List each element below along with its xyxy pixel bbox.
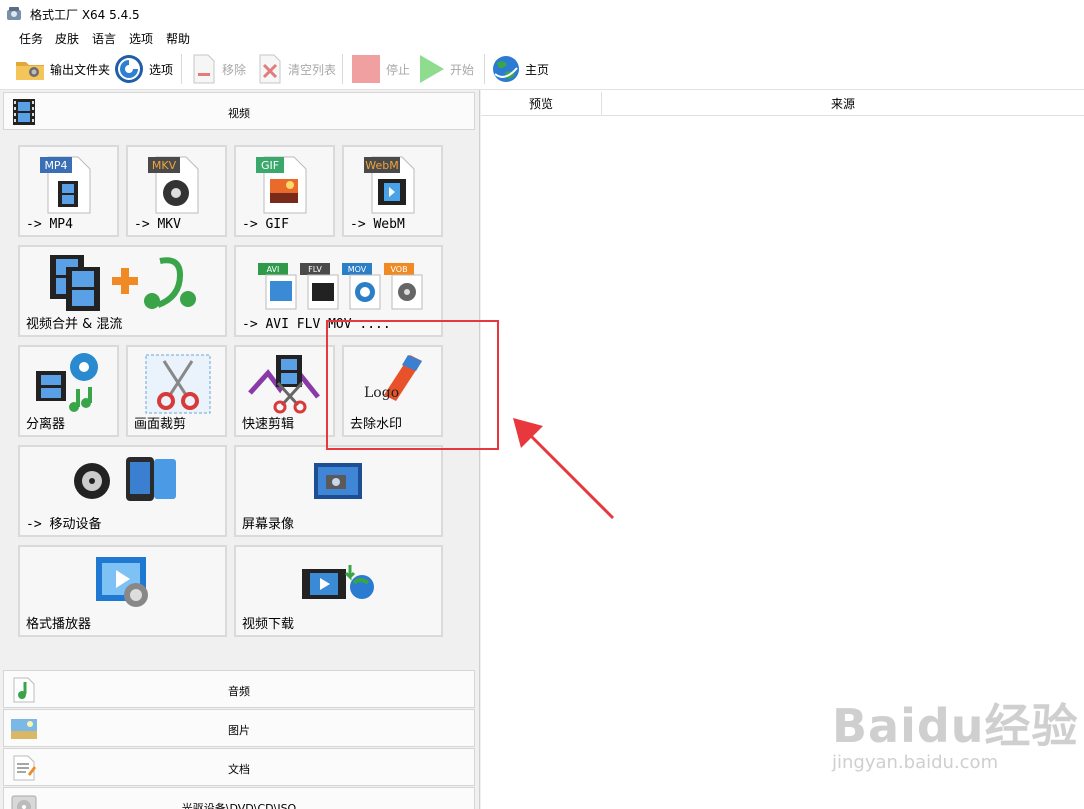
- scissors-crop-icon: [145, 354, 211, 414]
- gif-badge: GIF: [261, 159, 279, 172]
- function-panel: 视频 MP4 -> MP4 MKV -> MKV GIF -> GIF WebM…: [0, 90, 480, 809]
- gear-icon: [115, 55, 143, 83]
- category-disc[interactable]: 光驱设备\DVD\CD\ISO: [3, 787, 475, 809]
- title-bar: 格式工厂 X64 5.4.5: [0, 0, 1084, 26]
- eraser-icon: Logo: [364, 355, 422, 401]
- logo-text: Logo: [364, 385, 399, 401]
- player-icon: [96, 557, 148, 607]
- tile-screen-record[interactable]: 屏幕录像: [234, 445, 443, 537]
- window-title: 格式工厂 X64 5.4.5: [30, 8, 140, 22]
- watermark-url: jingyan.baidu.com: [832, 752, 999, 773]
- quick-cut-icon: [248, 355, 320, 414]
- splitter-icon: [36, 353, 98, 412]
- toolbar-separator: [342, 54, 343, 84]
- tile-quick-cut[interactable]: 快速剪辑: [234, 345, 335, 437]
- mobile-device-icon: [74, 457, 176, 501]
- column-source[interactable]: 来源: [602, 92, 1084, 116]
- menu-language[interactable]: 语言: [92, 30, 116, 47]
- tile-splitter[interactable]: 分离器: [18, 345, 119, 437]
- merge-mux-icon: [50, 255, 196, 311]
- category-image[interactable]: 图片: [3, 709, 475, 747]
- flv-badge: FLV: [308, 265, 322, 274]
- toolbar: 输出文件夹 选项 移除 清空列表 停止 开始 主页: [0, 48, 1084, 90]
- start-button[interactable]: 开始: [416, 52, 474, 86]
- annotation-arrow-icon: [513, 418, 615, 520]
- stop-button[interactable]: 停止: [350, 52, 410, 86]
- clear-list-button[interactable]: 清空列表: [256, 52, 336, 86]
- menu-options[interactable]: 选项: [129, 30, 153, 47]
- output-folder-button[interactable]: 输出文件夹: [14, 52, 110, 86]
- video-formats-icon: AVI FLV MOV VOB: [258, 263, 423, 310]
- screen-record-icon: [314, 463, 362, 499]
- tile-to-mp4[interactable]: MP4 -> MP4: [18, 145, 119, 237]
- vob-badge: VOB: [390, 265, 407, 274]
- play-icon: [420, 55, 444, 83]
- stop-icon: [352, 55, 380, 83]
- tile-mobile-device[interactable]: -> 移动设备: [18, 445, 227, 537]
- options-button[interactable]: 选项: [113, 52, 173, 86]
- avi-badge: AVI: [267, 265, 280, 274]
- remove-doc-icon: [193, 54, 215, 84]
- mkv-file-icon: MKV: [148, 156, 199, 214]
- menu-task[interactable]: 任务: [19, 30, 43, 47]
- mkv-badge: MKV: [152, 159, 177, 172]
- webm-file-icon: WebM: [364, 156, 415, 214]
- download-icon: [302, 565, 374, 599]
- toolbar-separator: [484, 54, 485, 84]
- clear-list-icon: [259, 54, 281, 84]
- gif-file-icon: GIF: [256, 156, 307, 214]
- tile-to-webm[interactable]: WebM -> WebM: [342, 145, 443, 237]
- tile-to-avi-flv-mov[interactable]: AVI FLV MOV VOB -> AVI FLV MOV ....: [234, 245, 443, 337]
- baidu-watermark: Baidu经验 jingyan.baidu.com: [832, 690, 1079, 773]
- menu-skin[interactable]: 皮肤: [55, 30, 79, 47]
- tile-remove-watermark[interactable]: Logo 去除水印: [342, 345, 443, 437]
- globe-icon: [493, 56, 519, 82]
- category-document[interactable]: 文档: [3, 748, 475, 786]
- mov-badge: MOV: [348, 265, 367, 274]
- tile-to-gif[interactable]: GIF -> GIF: [234, 145, 335, 237]
- app-logo-icon: [7, 7, 21, 20]
- mp4-badge: MP4: [44, 159, 67, 172]
- tile-format-player[interactable]: 格式播放器: [18, 545, 227, 637]
- column-preview[interactable]: 预览: [481, 92, 602, 116]
- webm-badge: WebM: [365, 159, 398, 172]
- watermark-brand: Baidu经验: [832, 699, 1079, 753]
- mp4-file-icon: MP4: [40, 156, 91, 214]
- tile-crop[interactable]: 画面裁剪: [126, 345, 227, 437]
- tile-to-mkv[interactable]: MKV -> MKV: [126, 145, 227, 237]
- remove-button[interactable]: 移除: [190, 52, 246, 86]
- tile-video-download[interactable]: 视频下载: [234, 545, 443, 637]
- menu-help[interactable]: 帮助: [166, 30, 190, 47]
- menu-bar: 任务 皮肤 语言 选项 帮助: [0, 26, 1084, 48]
- folder-icon: [16, 62, 44, 80]
- category-video[interactable]: 视频: [3, 92, 475, 130]
- category-audio[interactable]: 音频: [3, 670, 475, 708]
- tile-video-merge-mux[interactable]: 视频合并 & 混流: [18, 245, 227, 337]
- toolbar-separator: [181, 54, 182, 84]
- home-button[interactable]: 主页: [491, 52, 549, 86]
